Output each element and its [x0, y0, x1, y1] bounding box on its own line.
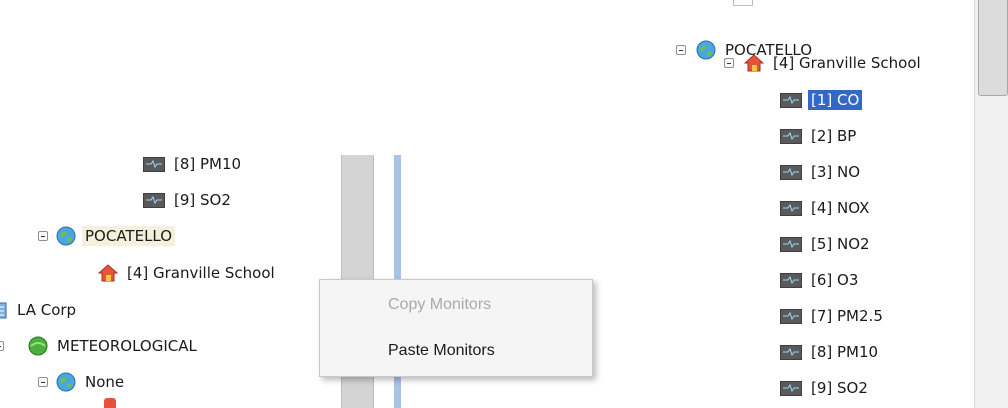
monitor-icon	[780, 272, 802, 288]
copy-monitors-menu-item[interactable]: Copy Monitors	[320, 296, 592, 314]
tree-item-label: [8] PM10	[811, 343, 879, 361]
tree-item-label: METEOROLOGICAL	[57, 337, 197, 355]
house-icon	[97, 263, 119, 283]
globe-icon	[56, 226, 76, 246]
tree-item-label: [3] NO	[811, 163, 861, 181]
tree-item-monitor[interactable]: [8] PM10	[143, 152, 244, 176]
tree-item-monitor[interactable]: [5] NO2	[780, 232, 873, 256]
monitor-icon	[780, 200, 802, 216]
collapse-toggle-icon[interactable]	[38, 377, 48, 387]
partial-house-icon	[104, 398, 116, 408]
monitor-icon	[780, 128, 802, 144]
monitor-icon	[780, 344, 802, 360]
monitor-icon	[780, 380, 802, 396]
tree-item-monitor[interactable]: [9] SO2	[780, 376, 871, 400]
context-menu: Copy Monitors Paste Monitors	[319, 279, 593, 377]
tree-item-monitor[interactable]: [7] PM2.5	[780, 304, 886, 328]
globe-icon	[56, 372, 76, 392]
tree-item-label: [8] PM10	[174, 155, 242, 173]
tree-item-monitor[interactable]: [8] PM10	[780, 340, 881, 364]
right-scrollbar-thumb[interactable]	[978, 0, 1008, 96]
tree-item-monitor[interactable]: [9] SO2	[143, 188, 234, 212]
tree-item-label: [7] PM2.5	[811, 307, 883, 325]
tree-item-site[interactable]: [4] Granville School	[724, 51, 924, 75]
tree-item-none[interactable]: None	[38, 370, 127, 394]
monitor-icon	[780, 236, 802, 252]
tree-item-label: None	[85, 373, 125, 391]
monitor-icon	[143, 192, 165, 208]
collapse-toggle-icon[interactable]	[38, 231, 48, 241]
green-globe-icon	[28, 336, 48, 356]
monitor-icon	[780, 308, 802, 324]
tree-item-monitor[interactable]: [1] CO	[780, 88, 863, 112]
tree-item-label: [9] SO2	[174, 191, 231, 209]
tree-item-label: [9] SO2	[811, 379, 868, 397]
tree-item-monitor[interactable]: [6] O3	[780, 268, 861, 292]
tree-item-label: POCATELLO	[82, 226, 176, 246]
tree-item-label: [4] Granville School	[127, 264, 275, 282]
tree-item-pocatello[interactable]: POCATELLO	[38, 224, 176, 248]
monitor-icon	[780, 92, 802, 108]
tree-item-label-selected: [1] CO	[808, 90, 863, 110]
monitor-icon	[143, 156, 165, 172]
tree-item-monitor[interactable]: [2] BP	[780, 124, 859, 148]
tree-item-label: [2] BP	[811, 127, 857, 145]
paste-monitors-menu-item[interactable]: Paste Monitors	[320, 342, 592, 360]
building-icon	[0, 300, 8, 320]
tree-item-monitor[interactable]: [4] NOX	[780, 196, 872, 220]
tree-item-label: [4] Granville School	[773, 54, 921, 72]
globe-icon	[696, 40, 716, 60]
tree-item-meteorological[interactable]: METEOROLOGICAL	[0, 334, 200, 358]
tree-item-label: [5] NO2	[811, 235, 870, 253]
house-icon	[743, 53, 765, 73]
collapse-toggle-icon[interactable]	[0, 341, 4, 351]
partial-node	[733, 0, 753, 6]
tree-item-la-corp[interactable]: LA Corp	[0, 298, 79, 322]
tree-item-monitor[interactable]: [3] NO	[780, 160, 863, 184]
tree-item-site[interactable]: [4] Granville School	[97, 261, 278, 285]
tree-item-label: [4] NOX	[811, 199, 870, 217]
tree-item-label: LA Corp	[17, 301, 77, 319]
tree-item-label: [6] O3	[811, 271, 859, 289]
collapse-toggle-icon[interactable]	[724, 58, 734, 68]
monitor-icon	[780, 164, 802, 180]
collapse-toggle-icon[interactable]	[676, 45, 686, 55]
